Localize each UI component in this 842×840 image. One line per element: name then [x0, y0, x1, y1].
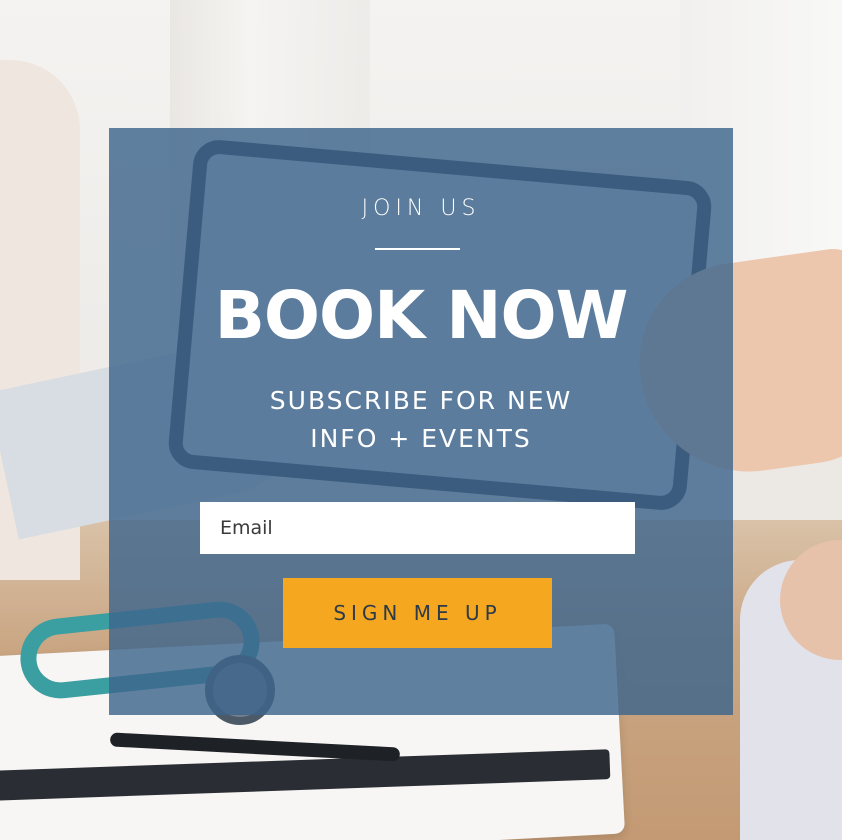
subtitle: SUBSCRIBE FOR NEW INFO + EVENTS — [0, 382, 842, 458]
subtitle-line-2: INFO + EVENTS — [310, 424, 532, 453]
signup-page: JOIN US BOOK NOW SUBSCRIBE FOR NEW INFO … — [0, 0, 842, 840]
sign-me-up-button[interactable]: SIGN ME UP — [283, 578, 552, 648]
eyebrow-text: JOIN US — [361, 196, 481, 221]
email-input[interactable] — [200, 502, 635, 554]
divider-line — [375, 248, 460, 250]
page-title: BOOK NOW — [214, 277, 629, 354]
subtitle-line-1: SUBSCRIBE FOR NEW — [269, 386, 573, 415]
